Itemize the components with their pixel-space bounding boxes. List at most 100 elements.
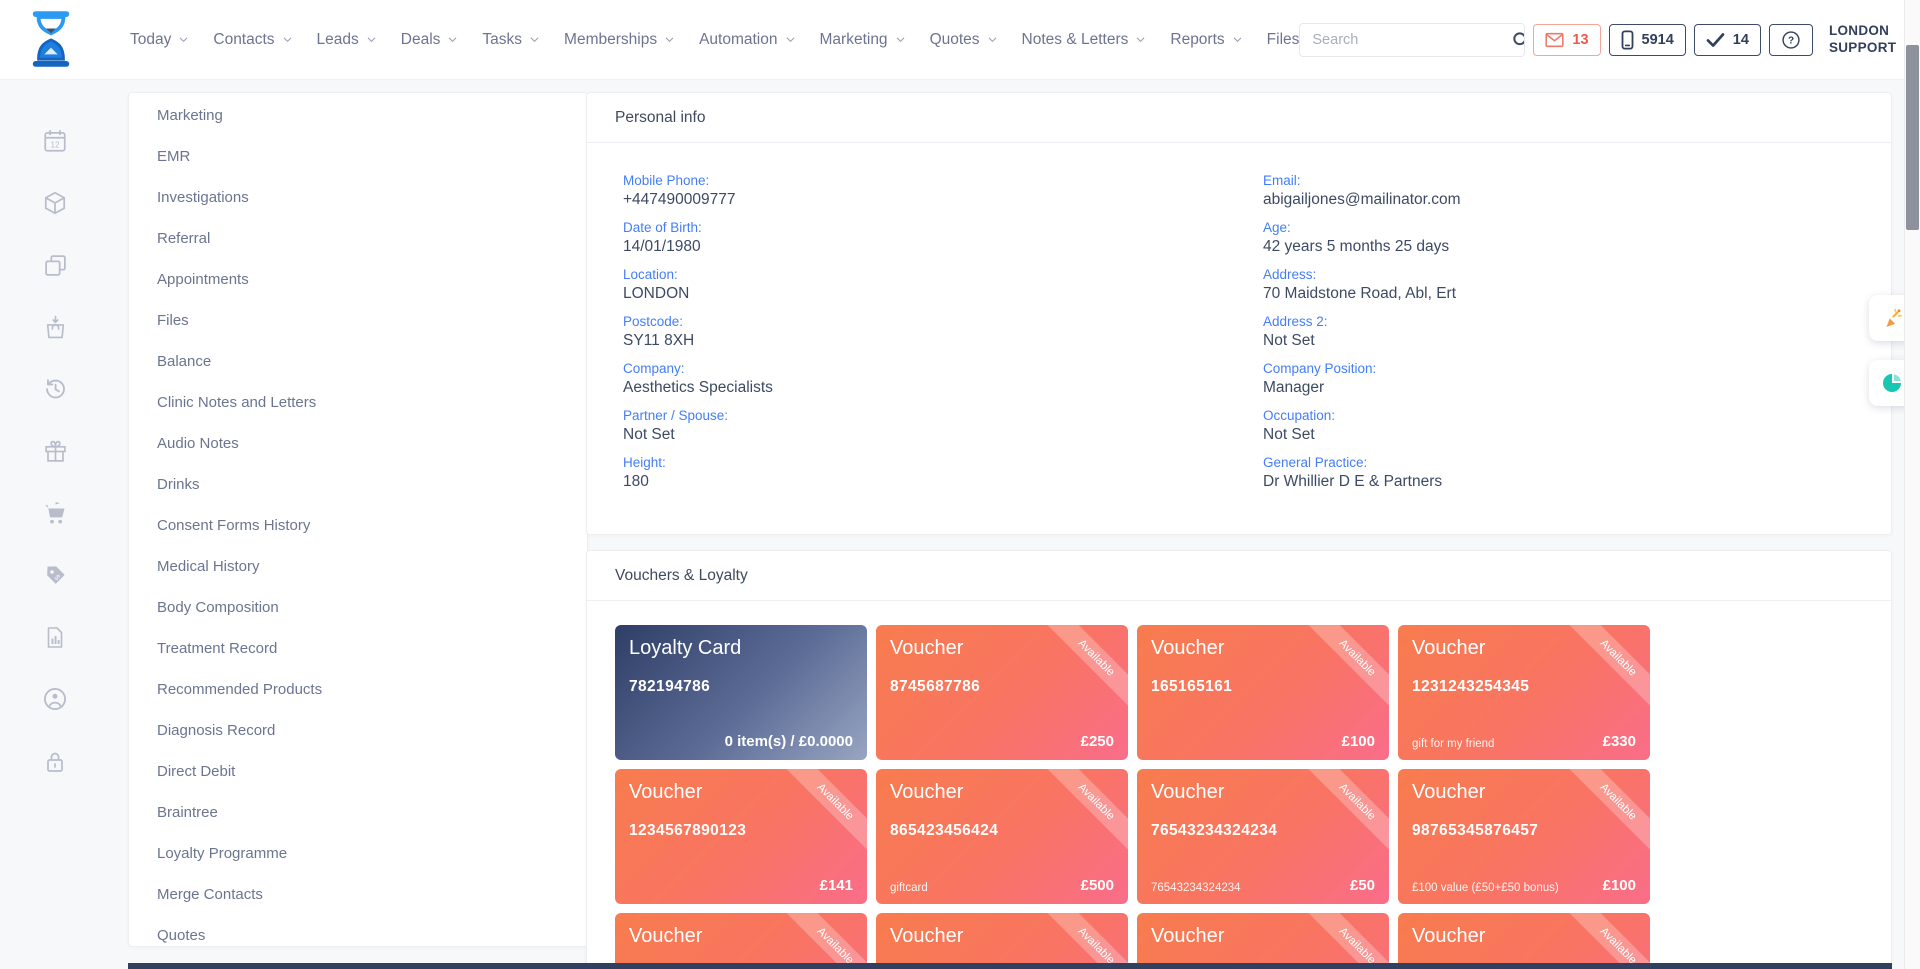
- card-footer-note: 76543234324234: [1151, 882, 1241, 894]
- search-button[interactable]: [1511, 24, 1525, 56]
- page-scrollbar: [1904, 0, 1920, 969]
- nav-item-deals[interactable]: Deals: [401, 31, 459, 49]
- sidebar-item-loyalty-programme[interactable]: Loyalty Programme: [129, 833, 587, 874]
- nav-item-today[interactable]: Today: [130, 31, 189, 49]
- mail-badge[interactable]: 13: [1533, 24, 1600, 56]
- phone-icon: [1621, 30, 1634, 50]
- card-footer: giftcard £500: [890, 877, 1114, 894]
- sidebar-item-merge-contacts[interactable]: Merge Contacts: [129, 874, 587, 915]
- rail-item-bag-icon[interactable]: [0, 296, 110, 358]
- sidebar-item-braintree[interactable]: Braintree: [129, 792, 587, 833]
- tasks-badge[interactable]: 14: [1694, 24, 1761, 56]
- lock-icon: [43, 749, 67, 774]
- voucher-card[interactable]: Available Voucher: [615, 913, 867, 969]
- voucher-card[interactable]: Available Voucher 865423456424 giftcard …: [876, 769, 1128, 904]
- voucher-card[interactable]: Available Voucher: [876, 913, 1128, 969]
- voucher-card[interactable]: Available Voucher 98765345876457 £100 va…: [1398, 769, 1650, 904]
- nav-item-files[interactable]: Files: [1267, 31, 1300, 49]
- contact-sidebar-menu: MarketingEMRInvestigationsReferralAppoin…: [128, 92, 588, 947]
- nav-item-quotes[interactable]: Quotes: [930, 31, 998, 49]
- card-number: 165165161: [1151, 678, 1375, 696]
- field-partner-spouse: Partner / Spouse: Not Set: [623, 408, 1263, 444]
- nav-item-automation[interactable]: Automation: [699, 31, 795, 49]
- sidebar-item-marketing[interactable]: Marketing: [129, 95, 587, 136]
- card-amount: £100: [1603, 877, 1636, 894]
- cart-icon: [42, 500, 68, 526]
- chevron-down-icon: [366, 34, 377, 45]
- rail-item-history-icon[interactable]: [0, 358, 110, 420]
- card-footer: 0 item(s) / £0.0000: [629, 733, 853, 750]
- phone-badge[interactable]: 5914: [1609, 24, 1686, 56]
- chevron-down-icon: [529, 34, 540, 45]
- field-date-of-birth: Date of Birth: 14/01/1980: [623, 220, 1263, 256]
- card-number: 865423456424: [890, 822, 1114, 840]
- app-logo-hourglass-icon[interactable]: [28, 10, 74, 70]
- voucher-card[interactable]: Available Voucher 8745687786 £250: [876, 625, 1128, 760]
- sidebar-item-body-composition[interactable]: Body Composition: [129, 587, 587, 628]
- card-number: 98765345876457: [1412, 822, 1636, 840]
- copy-icon: [43, 253, 68, 278]
- rail-item-copy-icon[interactable]: [0, 234, 110, 296]
- sidebar-item-referral[interactable]: Referral: [129, 218, 587, 259]
- rail-item-tag-icon[interactable]: $: [0, 544, 110, 606]
- nav-item-leads[interactable]: Leads: [317, 31, 377, 49]
- sidebar-item-medical-history[interactable]: Medical History: [129, 546, 587, 587]
- voucher-card[interactable]: Available Voucher: [1398, 913, 1650, 969]
- fields-column-left: Mobile Phone: +447490009777 Date of Birt…: [623, 173, 1263, 502]
- sidebar-item-recommended-products[interactable]: Recommended Products: [129, 669, 587, 710]
- card-footer: £141: [629, 877, 853, 894]
- card-number: 782194786: [629, 678, 853, 696]
- chevron-down-icon: [895, 34, 906, 45]
- sidebar-item-diagnosis-record[interactable]: Diagnosis Record: [129, 710, 587, 751]
- rail-item-credit-icon[interactable]: [0, 668, 110, 730]
- sidebar-item-files[interactable]: Files: [129, 300, 587, 341]
- header: Today Contacts Leads Deals Tasks Members…: [0, 0, 1920, 80]
- loyalty-card[interactable]: Loyalty Card 782194786 0 item(s) / £0.00…: [615, 625, 867, 760]
- sidebar-item-quotes[interactable]: Quotes: [129, 915, 587, 947]
- rail-item-gift-icon[interactable]: [0, 420, 110, 482]
- nav-item-tasks[interactable]: Tasks: [482, 31, 540, 49]
- voucher-card[interactable]: Available Voucher: [1137, 913, 1389, 969]
- nav-item-contacts[interactable]: Contacts: [213, 31, 292, 49]
- voucher-card[interactable]: Available Voucher 1234567890123 £141: [615, 769, 867, 904]
- rail-item-report-icon[interactable]: [0, 606, 110, 668]
- sidebar-item-clinic-notes-and-letters[interactable]: Clinic Notes and Letters: [129, 382, 587, 423]
- field-email: Email: abigailjones@mailinator.com: [1263, 173, 1855, 209]
- sidebar-item-emr[interactable]: EMR: [129, 136, 587, 177]
- party-popper-icon: [1880, 306, 1904, 330]
- nav-item-reports[interactable]: Reports: [1170, 31, 1242, 49]
- svg-text:12: 12: [50, 141, 60, 150]
- help-badge[interactable]: ?: [1769, 24, 1813, 56]
- vouchers-loyalty-title: Vouchers & Loyalty: [587, 551, 1891, 601]
- nav-item-notes-letters[interactable]: Notes & Letters: [1022, 31, 1147, 49]
- sidebar-item-drinks[interactable]: Drinks: [129, 464, 587, 505]
- sidebar-item-balance[interactable]: Balance: [129, 341, 587, 382]
- rail-item-lock-icon[interactable]: [0, 730, 110, 792]
- search-icon: [1511, 30, 1525, 50]
- sidebar-item-investigations[interactable]: Investigations: [129, 177, 587, 218]
- sidebar-item-appointments[interactable]: Appointments: [129, 259, 587, 300]
- vouchers-grid: Loyalty Card 782194786 0 item(s) / £0.00…: [587, 601, 1891, 969]
- scrollbar-thumb[interactable]: [1906, 45, 1919, 230]
- voucher-card[interactable]: Available Voucher 165165161 £100: [1137, 625, 1389, 760]
- sidebar-item-direct-debit[interactable]: Direct Debit: [129, 751, 587, 792]
- rail-item-calendar-icon[interactable]: 12: [0, 110, 110, 172]
- nav-item-marketing[interactable]: Marketing: [820, 31, 906, 49]
- sidebar-item-audio-notes[interactable]: Audio Notes: [129, 423, 587, 464]
- card-footer-note: £100 value (£50+£50 bonus): [1412, 882, 1559, 894]
- rail-item-cart-icon[interactable]: [0, 482, 110, 544]
- sidebar-item-consent-forms-history[interactable]: Consent Forms History: [129, 505, 587, 546]
- icon-rail: 12 $: [0, 80, 110, 792]
- tag-icon: $: [43, 563, 68, 588]
- nav-item-memberships[interactable]: Memberships: [564, 31, 675, 49]
- voucher-card[interactable]: Available Voucher 76543234324234 7654323…: [1137, 769, 1389, 904]
- card-footer: 76543234324234 £50: [1151, 877, 1375, 894]
- rail-item-package-icon[interactable]: [0, 172, 110, 234]
- sidebar-item-treatment-record[interactable]: Treatment Record: [129, 628, 587, 669]
- search-input[interactable]: [1300, 32, 1511, 48]
- field-company-position: Company Position: Manager: [1263, 361, 1855, 397]
- card-footer: £250: [890, 733, 1114, 750]
- bag-icon: [43, 315, 68, 340]
- voucher-card[interactable]: Available Voucher 1231243254345 gift for…: [1398, 625, 1650, 760]
- card-number: 8745687786: [890, 678, 1114, 696]
